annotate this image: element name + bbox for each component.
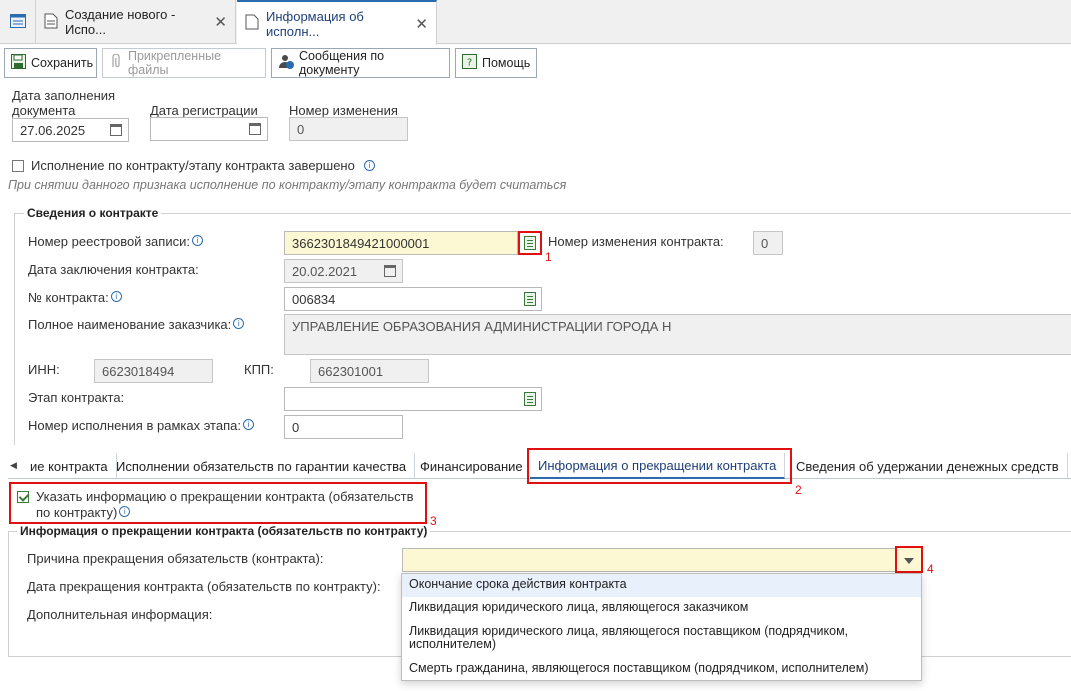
inn-input: 6623018494	[94, 359, 213, 383]
completed-checkbox[interactable]	[12, 159, 24, 172]
marker-4: 4	[927, 562, 934, 576]
tab-quality-guarantee[interactable]: Исполнении обязательств по гарантии каче…	[108, 453, 416, 479]
kpp-input: 662301001	[310, 359, 429, 383]
user-message-icon	[278, 54, 294, 73]
change-number-label: Номер изменения	[289, 103, 398, 118]
help-button[interactable]: ? Помощь	[455, 48, 537, 78]
tab-contract-partial[interactable]: ие контракта	[22, 453, 117, 479]
registry-input[interactable]: 3662301849421000001	[284, 231, 518, 255]
paperclip-icon	[109, 53, 123, 72]
attached-files-label: Прикрепленные файлы	[128, 49, 222, 77]
inn-label: ИНН:	[28, 362, 60, 377]
contract-number-label: № контракта: i	[28, 290, 122, 305]
scroll-left-icon[interactable]: ◀	[10, 460, 17, 471]
info-icon[interactable]: i	[233, 318, 245, 329]
tab-withholding[interactable]: Сведения об удержании денежных средств	[788, 453, 1068, 479]
reg-date-label: Дата регистрации	[150, 103, 258, 118]
change-number-input: 0	[289, 117, 408, 141]
floppy-icon	[11, 54, 26, 72]
home-button[interactable]	[0, 0, 36, 44]
tab-label: Создание нового - Испо...	[65, 7, 176, 37]
reason-select[interactable]	[402, 548, 920, 572]
dropdown-option[interactable]: Окончание срока действия контракта	[402, 574, 921, 597]
directory-icon	[524, 236, 536, 250]
registry-label: Номер реестровой записи: i	[28, 234, 203, 249]
calendar-icon[interactable]	[110, 124, 122, 136]
hint-text: При снятии данного признака исполнение п…	[8, 178, 567, 192]
contract-section-title: Сведения о контракте	[24, 206, 162, 220]
stage-input[interactable]	[284, 387, 542, 411]
info-icon[interactable]: i	[191, 235, 203, 246]
close-icon[interactable]: ✕	[415, 15, 428, 33]
exec-number-label: Номер исполнения в рамках этапа: i	[28, 418, 254, 433]
registry-lookup-button[interactable]	[518, 231, 542, 255]
info-icon[interactable]: i	[242, 419, 254, 430]
customer-label: Полное наименование заказчика: i	[28, 317, 245, 332]
termination-date-label: Дата прекращения контракта (обязательств…	[27, 579, 381, 594]
stage-label: Этап контракта:	[28, 390, 125, 405]
reason-dropdown-list: Окончание срока действия контракта Ликви…	[401, 573, 922, 681]
termination-section-title: Информация о прекращении контракта (обяз…	[17, 524, 431, 538]
tab-create-new[interactable]: Создание нового - Испо... ✕	[36, 0, 236, 44]
contract-change-input: 0	[753, 231, 783, 255]
marker-1: 1	[545, 250, 552, 264]
dropdown-option[interactable]: Ликвидация юридического лица, являющегос…	[402, 621, 921, 657]
kpp-label: КПП:	[244, 362, 274, 377]
fill-date-input[interactable]: 27.06.2025	[12, 118, 129, 142]
exec-number-input[interactable]: 0	[284, 415, 403, 439]
termination-checkbox[interactable]	[17, 491, 29, 503]
help-icon: ?	[462, 54, 477, 72]
save-label: Сохранить	[31, 56, 94, 70]
dropdown-option[interactable]: Смерть гражданина, являющегося поставщик…	[402, 658, 921, 681]
contract-change-label: Номер изменения контракта:	[548, 234, 724, 249]
directory-icon[interactable]	[524, 292, 536, 306]
save-button[interactable]: Сохранить	[4, 48, 97, 78]
info-icon[interactable]: i	[119, 506, 131, 517]
messages-label: Сообщения по документу	[299, 49, 385, 77]
marker-2: 2	[795, 483, 802, 497]
help-label: Помощь	[482, 56, 531, 70]
directory-icon[interactable]	[524, 392, 536, 406]
contract-number-input[interactable]: 006834	[284, 287, 542, 311]
calendar-icon[interactable]	[249, 123, 261, 135]
marker-3: 3	[430, 514, 437, 528]
extra-info-label: Дополнительная информация:	[27, 607, 213, 622]
window-list-icon	[9, 13, 26, 31]
chevron-down-icon	[904, 552, 914, 567]
info-icon[interactable]: i	[110, 291, 122, 302]
info-icon[interactable]: i	[363, 160, 375, 171]
document-icon	[245, 14, 259, 33]
document-icon	[44, 13, 58, 32]
dropdown-option[interactable]: Ликвидация юридического лица, являющегос…	[402, 597, 921, 620]
conclusion-date-input: 20.02.2021	[284, 259, 403, 283]
tab-financing[interactable]: Финансирование	[412, 453, 532, 479]
svg-text:?: ?	[467, 58, 472, 69]
completed-label: Исполнение по контракту/этапу контракта …	[31, 158, 355, 173]
reg-date-input[interactable]	[150, 117, 268, 141]
tab-label: Информация об исполн...	[266, 8, 364, 39]
tab-execution-info[interactable]: Информация об исполн... ✕	[237, 0, 437, 45]
termination-checkbox-row[interactable]: Указать информацию о прекращении контрак…	[17, 489, 414, 521]
reason-dropdown-button[interactable]	[895, 546, 923, 573]
reason-label: Причина прекращения обязательств (контра…	[27, 551, 324, 566]
conclusion-date-label: Дата заключения контракта:	[28, 262, 199, 277]
termination-checkbox-label: Указать информацию о прекращении контрак…	[36, 489, 414, 520]
attached-files-button[interactable]: Прикрепленные файлы	[102, 48, 266, 78]
completed-checkbox-row[interactable]: Исполнение по контракту/этапу контракта …	[12, 158, 375, 173]
messages-button[interactable]: Сообщения по документу	[271, 48, 450, 78]
close-icon[interactable]: ✕	[214, 13, 227, 31]
highlight-box-2	[527, 448, 792, 484]
fill-date-label: Дата заполнения документа	[12, 88, 116, 118]
customer-input: УПРАВЛЕНИЕ ОБРАЗОВАНИЯ АДМИНИСТРАЦИИ ГОР…	[284, 314, 1071, 355]
calendar-icon	[384, 265, 396, 277]
